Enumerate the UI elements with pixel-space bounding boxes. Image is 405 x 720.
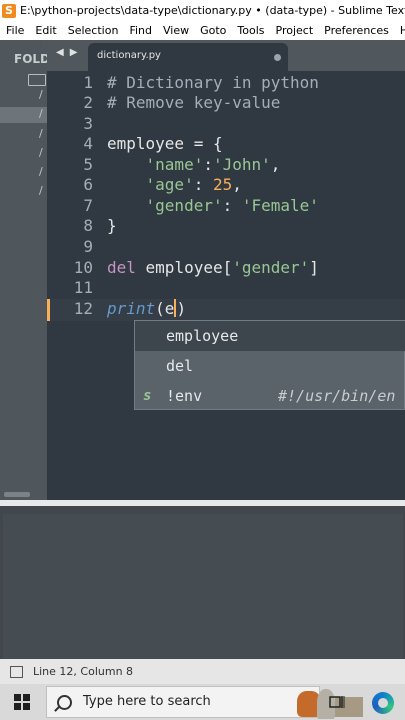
menu-tools[interactable]: Tools bbox=[237, 22, 264, 40]
line-number: 10 bbox=[73, 258, 93, 277]
menu-view[interactable]: View bbox=[163, 22, 189, 40]
line-number: 2 bbox=[83, 93, 93, 112]
menu-preferences[interactable]: Preferences bbox=[324, 22, 389, 40]
code-line: 'age': 25, bbox=[145, 175, 242, 194]
menu-selection[interactable]: Selection bbox=[68, 22, 119, 40]
line-number: 3 bbox=[83, 114, 93, 133]
line-number: 4 bbox=[83, 134, 93, 153]
cursor-position: Line 12, Column 8 bbox=[33, 665, 134, 678]
line-number: 8 bbox=[83, 216, 93, 235]
sidebar-item[interactable]: / bbox=[39, 184, 43, 197]
menu-bar: File Edit Selection Find View Goto Tools Projec… bbox=[0, 22, 405, 40]
autocomplete-popup: employee del s !env #!/usr/bin/en bbox=[134, 320, 405, 410]
code-line: employee = { bbox=[107, 134, 223, 153]
autocomplete-hint: #!/usr/bin/en bbox=[278, 387, 396, 405]
code-line: del employee['gender'] bbox=[107, 258, 319, 277]
window-title: E:\python-projects\data-type\dictionary.… bbox=[20, 4, 405, 17]
taskbar-search-box[interactable]: Type here to search bbox=[46, 686, 363, 719]
line-number: 7 bbox=[83, 196, 93, 215]
menu-file[interactable]: File bbox=[6, 22, 24, 40]
line-number: 6 bbox=[83, 175, 93, 194]
sidebar-item[interactable]: / bbox=[39, 146, 43, 159]
output-panel[interactable] bbox=[0, 500, 405, 659]
windows-start-icon[interactable] bbox=[14, 694, 30, 710]
menu-goto[interactable]: Goto bbox=[200, 22, 226, 40]
sidebar-item[interactable]: / bbox=[39, 88, 43, 101]
menu-edit[interactable]: Edit bbox=[35, 22, 56, 40]
code-line: 'name':'John', bbox=[145, 155, 281, 174]
line-number: 1 bbox=[83, 73, 93, 92]
tab-nav-arrows-icon[interactable]: ◀▶ bbox=[56, 47, 83, 58]
line-number: 9 bbox=[83, 237, 93, 256]
tab-label: dictionary.py bbox=[97, 50, 161, 61]
snippet-kind-icon: s bbox=[143, 388, 152, 404]
task-view-icon[interactable] bbox=[329, 694, 345, 710]
folder-icon[interactable] bbox=[28, 74, 46, 86]
unsaved-dot-icon[interactable] bbox=[274, 54, 281, 61]
taskbar: Type here to search bbox=[0, 684, 405, 720]
sublime-text-icon: S bbox=[2, 4, 16, 18]
tab-dictionary-py[interactable]: dictionary.py bbox=[88, 43, 288, 71]
menu-find[interactable]: Find bbox=[129, 22, 152, 40]
code-line: print(e) bbox=[107, 299, 187, 318]
code-line: # Dictionary in python bbox=[107, 73, 319, 92]
tab-bar: ◀▶ dictionary.py bbox=[47, 40, 405, 71]
line-number: 12 bbox=[73, 299, 93, 318]
line-number: 11 bbox=[73, 278, 93, 297]
search-icon bbox=[57, 695, 72, 710]
line-number: 5 bbox=[83, 155, 93, 174]
menu-project[interactable]: Project bbox=[276, 22, 314, 40]
sidebar-item[interactable]: / bbox=[39, 165, 43, 178]
folders-label: FOLD bbox=[14, 52, 51, 66]
sidebar-item[interactable]: / bbox=[39, 127, 43, 140]
sidebar-scrollbar[interactable] bbox=[4, 492, 30, 497]
autocomplete-item[interactable]: employee bbox=[135, 321, 405, 351]
search-placeholder: Type here to search bbox=[83, 694, 211, 709]
code-editor[interactable]: 1 2 3 4 5 6 7 8 9 10 11 12 # Dictionary … bbox=[47, 71, 405, 500]
output-panel-body bbox=[3, 514, 403, 659]
code-line: # Remove key-value bbox=[107, 93, 281, 112]
title-bar: S E:\python-projects\data-type\dictionar… bbox=[0, 0, 405, 22]
menu-help[interactable]: He bbox=[400, 22, 405, 40]
panel-toggle-icon[interactable] bbox=[10, 666, 23, 678]
sidebar-item[interactable]: / bbox=[39, 107, 43, 120]
code-line: } bbox=[107, 216, 117, 235]
code-line: 'gender': 'Female' bbox=[145, 196, 319, 215]
sidebar: FOLD / / / / / / bbox=[0, 40, 51, 500]
edge-browser-icon[interactable] bbox=[372, 692, 394, 714]
status-bar: Line 12, Column 8 bbox=[0, 659, 405, 684]
current-line-highlight bbox=[47, 299, 405, 321]
autocomplete-item[interactable]: del bbox=[135, 351, 405, 381]
autocomplete-item[interactable]: s !env #!/usr/bin/en bbox=[135, 381, 405, 411]
